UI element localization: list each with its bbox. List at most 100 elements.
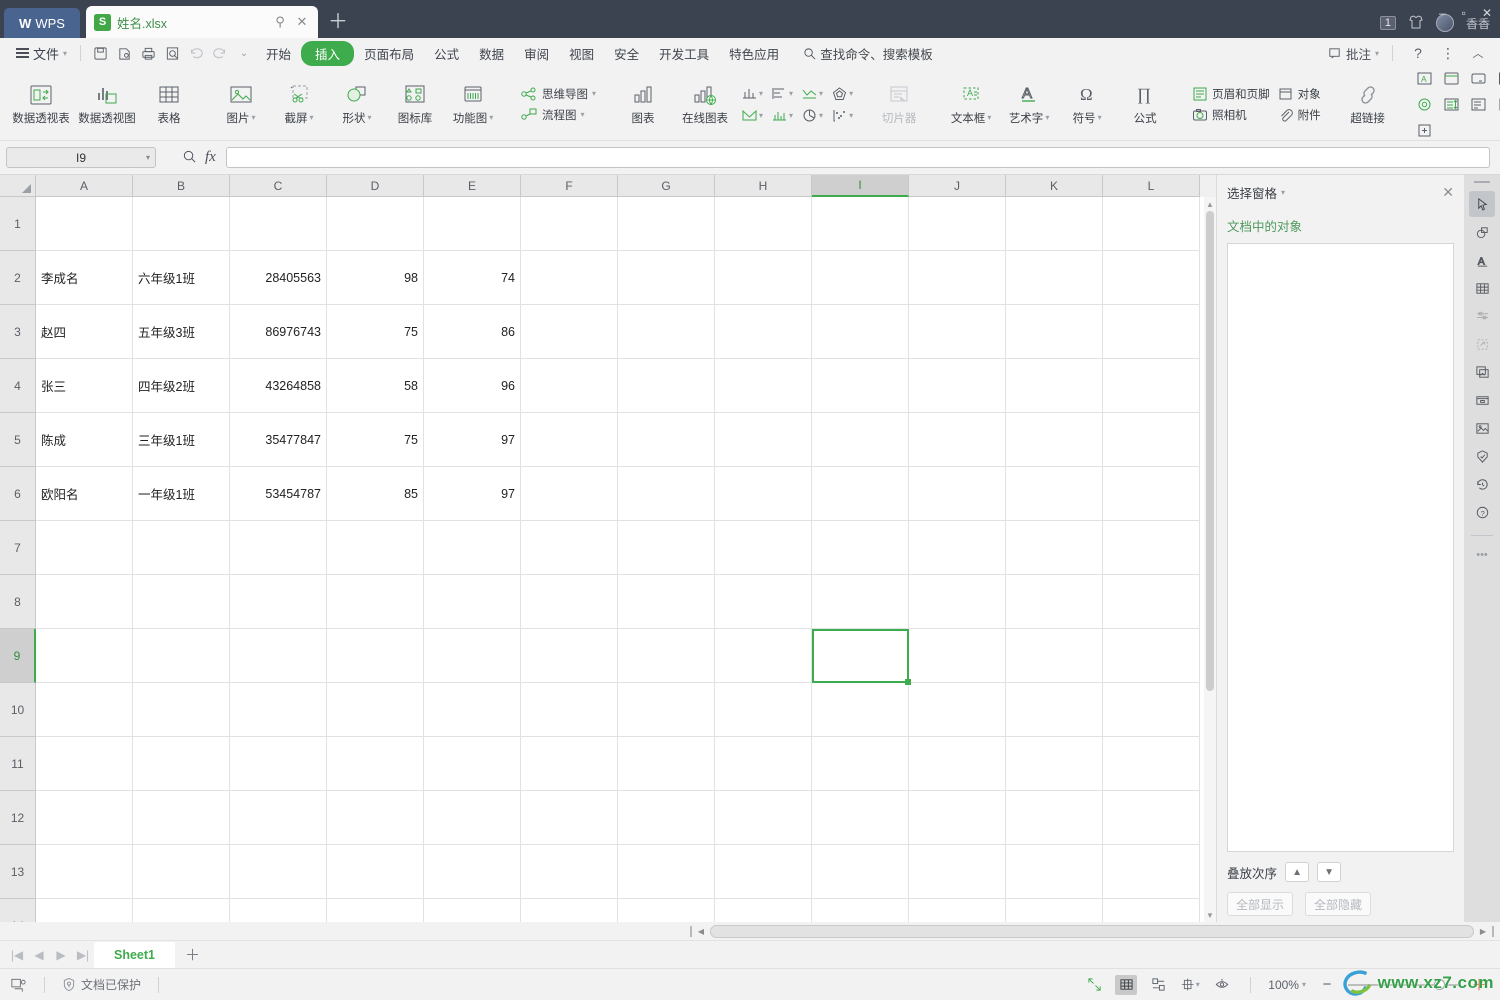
bar-chart-icon[interactable]: ▾ (738, 84, 766, 103)
macro-record-icon[interactable] (10, 977, 27, 993)
cell-A3[interactable]: 赵四 (36, 305, 133, 359)
cell-C3[interactable]: 86976743 (230, 305, 327, 359)
row-header-1[interactable]: 1 (0, 197, 36, 251)
cell-G11[interactable] (618, 737, 715, 791)
scrollbar-control-icon[interactable] (1442, 94, 1462, 114)
cell-J4[interactable] (909, 359, 1006, 413)
scroll-right-icon[interactable]: ▶ (1477, 927, 1489, 936)
cell-D11[interactable] (327, 737, 424, 791)
row-header-7[interactable]: 7 (0, 521, 36, 575)
cell-H3[interactable] (715, 305, 812, 359)
cell-A4[interactable]: 张三 (36, 359, 133, 413)
cell-G14[interactable] (618, 899, 715, 922)
cell-D12[interactable] (327, 791, 424, 845)
picture-button[interactable]: 图片 ▾ (212, 73, 270, 135)
row-header-13[interactable]: 13 (0, 845, 36, 899)
column-header-J[interactable]: J (909, 175, 1006, 197)
row-header-2[interactable]: 2 (0, 251, 36, 305)
cell-H12[interactable] (715, 791, 812, 845)
cell-C2[interactable]: 28405563 (230, 251, 327, 305)
cell-B3[interactable]: 五年级3班 (133, 305, 230, 359)
cell-B14[interactable] (133, 899, 230, 922)
formula-button[interactable]: ∏ 公式 (1116, 73, 1174, 135)
screenshot-button[interactable]: 截屏 ▾ (270, 73, 328, 135)
shapes-button[interactable]: 形状 ▾ (328, 73, 386, 135)
tab-dev-tools[interactable]: 开发工具 (649, 41, 719, 66)
column-header-K[interactable]: K (1006, 175, 1103, 197)
cell-L11[interactable] (1103, 737, 1200, 791)
cell-H4[interactable] (715, 359, 812, 413)
sheet-tab-sheet1[interactable]: Sheet1 (94, 941, 175, 968)
cell-J7[interactable] (909, 521, 1006, 575)
cell-E1[interactable] (424, 197, 521, 251)
cell-K5[interactable] (1006, 413, 1103, 467)
cell-C9[interactable] (230, 629, 327, 683)
normal-view-icon[interactable] (1115, 974, 1138, 995)
help-icon[interactable]: ? (1406, 42, 1430, 64)
cell-G5[interactable] (618, 413, 715, 467)
cell-A13[interactable] (36, 845, 133, 899)
cell-I6[interactable] (812, 467, 909, 521)
wordart-icon[interactable]: A (1469, 247, 1495, 273)
cell-L8[interactable] (1103, 575, 1200, 629)
cell-I4[interactable] (812, 359, 909, 413)
cell-L12[interactable] (1103, 791, 1200, 845)
cell-C14[interactable] (230, 899, 327, 922)
chevron-down-icon[interactable]: ▾ (1281, 188, 1285, 197)
column-header-B[interactable]: B (133, 175, 230, 197)
cell-H8[interactable] (715, 575, 812, 629)
column-header-I[interactable]: I (812, 175, 909, 197)
cell-G6[interactable] (618, 467, 715, 521)
scroll-up-icon[interactable]: ▲ (1204, 197, 1216, 211)
checkbox-control-icon[interactable] (1496, 68, 1500, 88)
cell-I13[interactable] (812, 845, 909, 899)
cursor-select-icon[interactable] (1469, 191, 1495, 217)
row-header-12[interactable]: 12 (0, 791, 36, 845)
cell-G3[interactable] (618, 305, 715, 359)
column-header-D[interactable]: D (327, 175, 424, 197)
cell-B9[interactable] (133, 629, 230, 683)
tab-security[interactable]: 安全 (604, 41, 649, 66)
history-icon[interactable] (1469, 471, 1495, 497)
cell-C10[interactable] (230, 683, 327, 737)
cell-D4[interactable]: 58 (327, 359, 424, 413)
cell-K11[interactable] (1006, 737, 1103, 791)
cell-F5[interactable] (521, 413, 618, 467)
cell-B11[interactable] (133, 737, 230, 791)
cell-B13[interactable] (133, 845, 230, 899)
combo-chart-icon[interactable]: ▾ (768, 106, 796, 125)
cell-G4[interactable] (618, 359, 715, 413)
customize-icon[interactable]: ⌄ (232, 42, 256, 64)
attachment-button[interactable]: 附件 (1278, 107, 1321, 123)
radio-control-icon[interactable] (1415, 94, 1435, 114)
pie-chart-icon[interactable]: ▾ (798, 106, 826, 125)
gallery-icon[interactable] (1469, 359, 1495, 385)
cell-F8[interactable] (521, 575, 618, 629)
radar-chart-icon[interactable]: ▾ (828, 84, 856, 103)
fullscreen-icon[interactable] (1083, 975, 1105, 995)
cell-G13[interactable] (618, 845, 715, 899)
comment-button[interactable]: 批注 ▾ (1327, 44, 1379, 63)
cell-C11[interactable] (230, 737, 327, 791)
cell-B4[interactable]: 四年级2班 (133, 359, 230, 413)
online-chart-button[interactable]: 在线图表 (672, 73, 738, 135)
cell-K13[interactable] (1006, 845, 1103, 899)
cell-E8[interactable] (424, 575, 521, 629)
symbol-button[interactable]: Ω 符号 ▾ (1058, 73, 1116, 135)
zoom-in-button[interactable]: ＋ (1468, 975, 1490, 995)
more-controls-icon[interactable] (1415, 120, 1435, 140)
hyperlink-button[interactable]: 超链接 (1339, 73, 1397, 135)
more-icon[interactable]: ⋮ (1436, 42, 1460, 64)
cell-A11[interactable] (36, 737, 133, 791)
cell-F6[interactable] (521, 467, 618, 521)
cell-L4[interactable] (1103, 359, 1200, 413)
function-chart-button[interactable]: 功能图 ▾ (444, 73, 502, 135)
cell-C12[interactable] (230, 791, 327, 845)
cell-D14[interactable] (327, 899, 424, 922)
cell-J3[interactable] (909, 305, 1006, 359)
column-header-G[interactable]: G (618, 175, 715, 197)
cell-J9[interactable] (909, 629, 1006, 683)
cell-L2[interactable] (1103, 251, 1200, 305)
prev-sheet-icon[interactable]: ◀ (28, 948, 50, 962)
redo-icon[interactable] (208, 42, 232, 64)
